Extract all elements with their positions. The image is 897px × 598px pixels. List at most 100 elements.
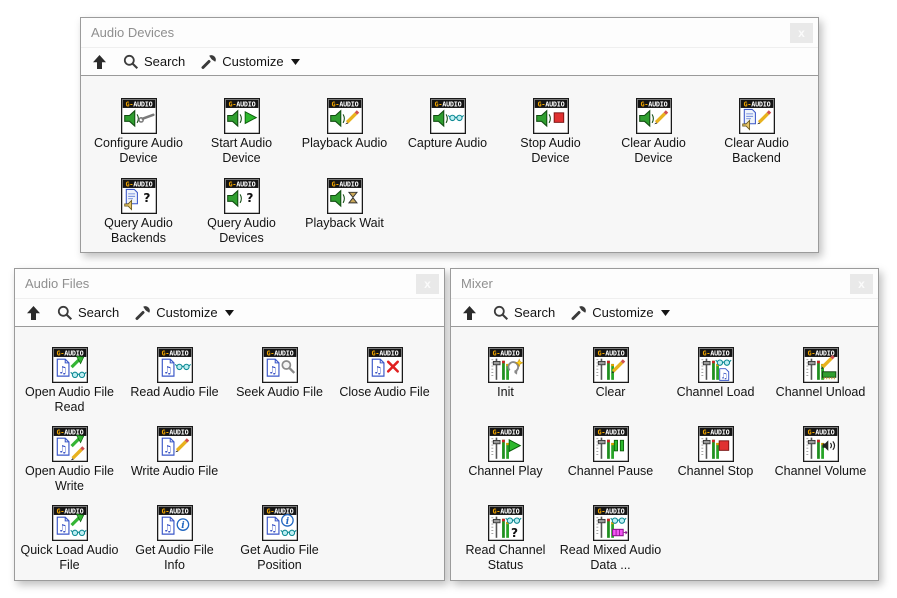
mixer-fader-icon: G-AUDIO <box>698 426 734 462</box>
customize-label: Customize <box>592 305 653 320</box>
customize-button[interactable]: Customize <box>201 54 299 70</box>
speaker-icon: G-AUDIO <box>121 98 157 134</box>
palette-item-label: Close Audio File <box>339 385 429 400</box>
svg-text:G-AUDIO: G-AUDIO <box>597 428 624 436</box>
palette-item-label: Quick Load Audio File <box>19 543 121 573</box>
palette-item-channel-stop[interactable]: G-AUDIOChannel Stop <box>663 426 768 505</box>
palette-item-channel-load[interactable]: G-AUDIO♫Channel Load <box>663 347 768 426</box>
palette-item-get-audio-file-info[interactable]: G-AUDIO♫iGet Audio File Info <box>122 505 227 580</box>
svg-text:G-AUDIO: G-AUDIO <box>492 428 519 436</box>
customize-label: Customize <box>156 305 217 320</box>
svg-text:♫: ♫ <box>268 523 277 534</box>
palette-item-label: Open Audio File Write <box>19 464 121 494</box>
close-button[interactable]: x <box>790 23 813 43</box>
palette-item-clear-audio-backend[interactable]: G-AUDIO Clear Audio Backend <box>705 98 808 178</box>
palette-item-label: Channel Play <box>468 464 542 479</box>
palette-item-read-audio-file[interactable]: G-AUDIO♫Read Audio File <box>122 347 227 426</box>
audio-doc-icon: G-AUDIO♫ <box>52 426 88 462</box>
svg-text:♫: ♫ <box>268 365 277 376</box>
speaker-icon: G-AUDIO <box>636 98 672 134</box>
palette-grid: G-AUDIOConfigure Audio DeviceG-AUDIOStar… <box>81 76 818 252</box>
svg-text:G-AUDIO: G-AUDIO <box>161 507 188 515</box>
wrench-icon <box>201 54 217 70</box>
up-arrow-icon <box>92 54 107 70</box>
search-button[interactable]: Search <box>493 305 555 321</box>
titlebar[interactable]: Audio Files x <box>15 269 444 299</box>
titlebar[interactable]: Audio Devices x <box>81 18 818 48</box>
audio-doc-icon: G-AUDIO♫ <box>262 347 298 383</box>
palette-item-label: Clear <box>596 385 626 400</box>
up-button[interactable] <box>462 305 477 321</box>
palette-window-audio-devices: Audio Devices x Search Customize G-AUDIO… <box>80 17 819 253</box>
svg-text:♫: ♫ <box>58 444 67 455</box>
speaker-icon: G-AUDIO <box>327 98 363 134</box>
svg-text:G-AUDIO: G-AUDIO <box>161 428 188 436</box>
customize-button[interactable]: Customize <box>135 305 233 321</box>
chevron-down-icon <box>661 310 670 316</box>
palette-window-audio-files: Audio Files x Search Customize G-AUDIO♫O… <box>14 268 445 581</box>
palette-item-capture-audio[interactable]: G-AUDIOCapture Audio <box>396 98 499 178</box>
palette-item-label: Playback Audio <box>302 136 387 151</box>
search-label: Search <box>78 305 119 320</box>
mixer-fader-icon: G-AUDIO? <box>488 505 524 541</box>
palette-item-channel-pause[interactable]: G-AUDIOChannel Pause <box>558 426 663 505</box>
window-title: Audio Devices <box>91 25 790 40</box>
wrench-icon <box>135 305 151 321</box>
svg-text:♫: ♫ <box>373 365 382 376</box>
up-button[interactable] <box>26 305 41 321</box>
palette-item-clear[interactable]: G-AUDIO Clear <box>558 347 663 426</box>
audio-doc-icon: G-AUDIO♫ <box>157 347 193 383</box>
mixer-fader-icon: G-AUDIO <box>593 426 629 462</box>
palette-item-configure-audio-device[interactable]: G-AUDIOConfigure Audio Device <box>87 98 190 178</box>
palette-item-channel-play[interactable]: G-AUDIO Channel Play <box>453 426 558 505</box>
palette-item-channel-volume[interactable]: G-AUDIOChannel Volume <box>768 426 873 505</box>
palette-item-query-audio-devices[interactable]: G-AUDIO?Query Audio Devices <box>190 178 293 252</box>
titlebar[interactable]: Mixer x <box>451 269 878 299</box>
palette-item-query-audio-backends[interactable]: G-AUDIO?Query Audio Backends <box>87 178 190 252</box>
search-button[interactable]: Search <box>57 305 119 321</box>
svg-text:?: ? <box>510 526 517 540</box>
svg-text:?: ? <box>143 191 150 205</box>
search-icon <box>123 54 139 70</box>
svg-text:♫: ♫ <box>163 523 172 534</box>
mixer-fader-icon: G-AUDIO <box>593 347 629 383</box>
palette-item-seek-audio-file[interactable]: G-AUDIO♫Seek Audio File <box>227 347 332 426</box>
palette-item-stop-audio-device[interactable]: G-AUDIOStop Audio Device <box>499 98 602 178</box>
palette-item-read-channel-status[interactable]: G-AUDIO?Read Channel Status <box>453 505 558 580</box>
palette-item-read-mixed-audio-data[interactable]: G-AUDIORead Mixed Audio Data ... <box>558 505 663 580</box>
close-button[interactable]: x <box>850 274 873 294</box>
palette-item-label: Read Channel Status <box>455 543 557 573</box>
palette-item-start-audio-device[interactable]: G-AUDIOStart Audio Device <box>190 98 293 178</box>
customize-label: Customize <box>222 54 283 69</box>
palette-item-playback-audio[interactable]: G-AUDIO Playback Audio <box>293 98 396 178</box>
svg-text:G-AUDIO: G-AUDIO <box>492 507 519 515</box>
palette-item-init[interactable]: G-AUDIOInit <box>453 347 558 426</box>
palette-item-write-audio-file[interactable]: G-AUDIO♫Write Audio File <box>122 426 227 505</box>
svg-text:G-AUDIO: G-AUDIO <box>228 100 255 108</box>
search-label: Search <box>514 305 555 320</box>
window-title: Audio Files <box>25 276 416 291</box>
palette-item-label: Playback Wait <box>305 216 384 231</box>
palette-item-channel-unload[interactable]: G-AUDIOChannel Unload <box>768 347 873 426</box>
palette-item-open-audio-file-read[interactable]: G-AUDIO♫Open Audio File Read <box>17 347 122 426</box>
svg-text:G-AUDIO: G-AUDIO <box>807 428 834 436</box>
palette-item-close-audio-file[interactable]: G-AUDIO♫Close Audio File <box>332 347 437 426</box>
palette-item-label: Clear Audio Backend <box>706 136 808 166</box>
search-label: Search <box>144 54 185 69</box>
palette-item-clear-audio-device[interactable]: G-AUDIOClear Audio Device <box>602 98 705 178</box>
palette-item-open-audio-file-write[interactable]: G-AUDIO♫Open Audio File Write <box>17 426 122 505</box>
customize-button[interactable]: Customize <box>571 305 669 321</box>
svg-text:i: i <box>285 517 289 527</box>
palette-item-get-audio-file-position[interactable]: G-AUDIO♫iGet Audio File Position <box>227 505 332 580</box>
palette-grid: G-AUDIOInitG-AUDIOClearG-AUDIO♫Channel L… <box>451 327 878 580</box>
palette-item-label: Write Audio File <box>131 464 218 479</box>
close-button[interactable]: x <box>416 274 439 294</box>
svg-text:G-AUDIO: G-AUDIO <box>597 349 624 357</box>
search-button[interactable]: Search <box>123 54 185 70</box>
svg-text:G-AUDIO: G-AUDIO <box>537 100 564 108</box>
palette-item-playback-wait[interactable]: G-AUDIOPlayback Wait <box>293 178 396 252</box>
svg-text:G-AUDIO: G-AUDIO <box>743 100 770 108</box>
palette-item-quick-load-audio-file[interactable]: G-AUDIO♫Quick Load Audio File <box>17 505 122 580</box>
svg-text:G-AUDIO: G-AUDIO <box>492 349 519 357</box>
up-button[interactable] <box>92 54 107 70</box>
